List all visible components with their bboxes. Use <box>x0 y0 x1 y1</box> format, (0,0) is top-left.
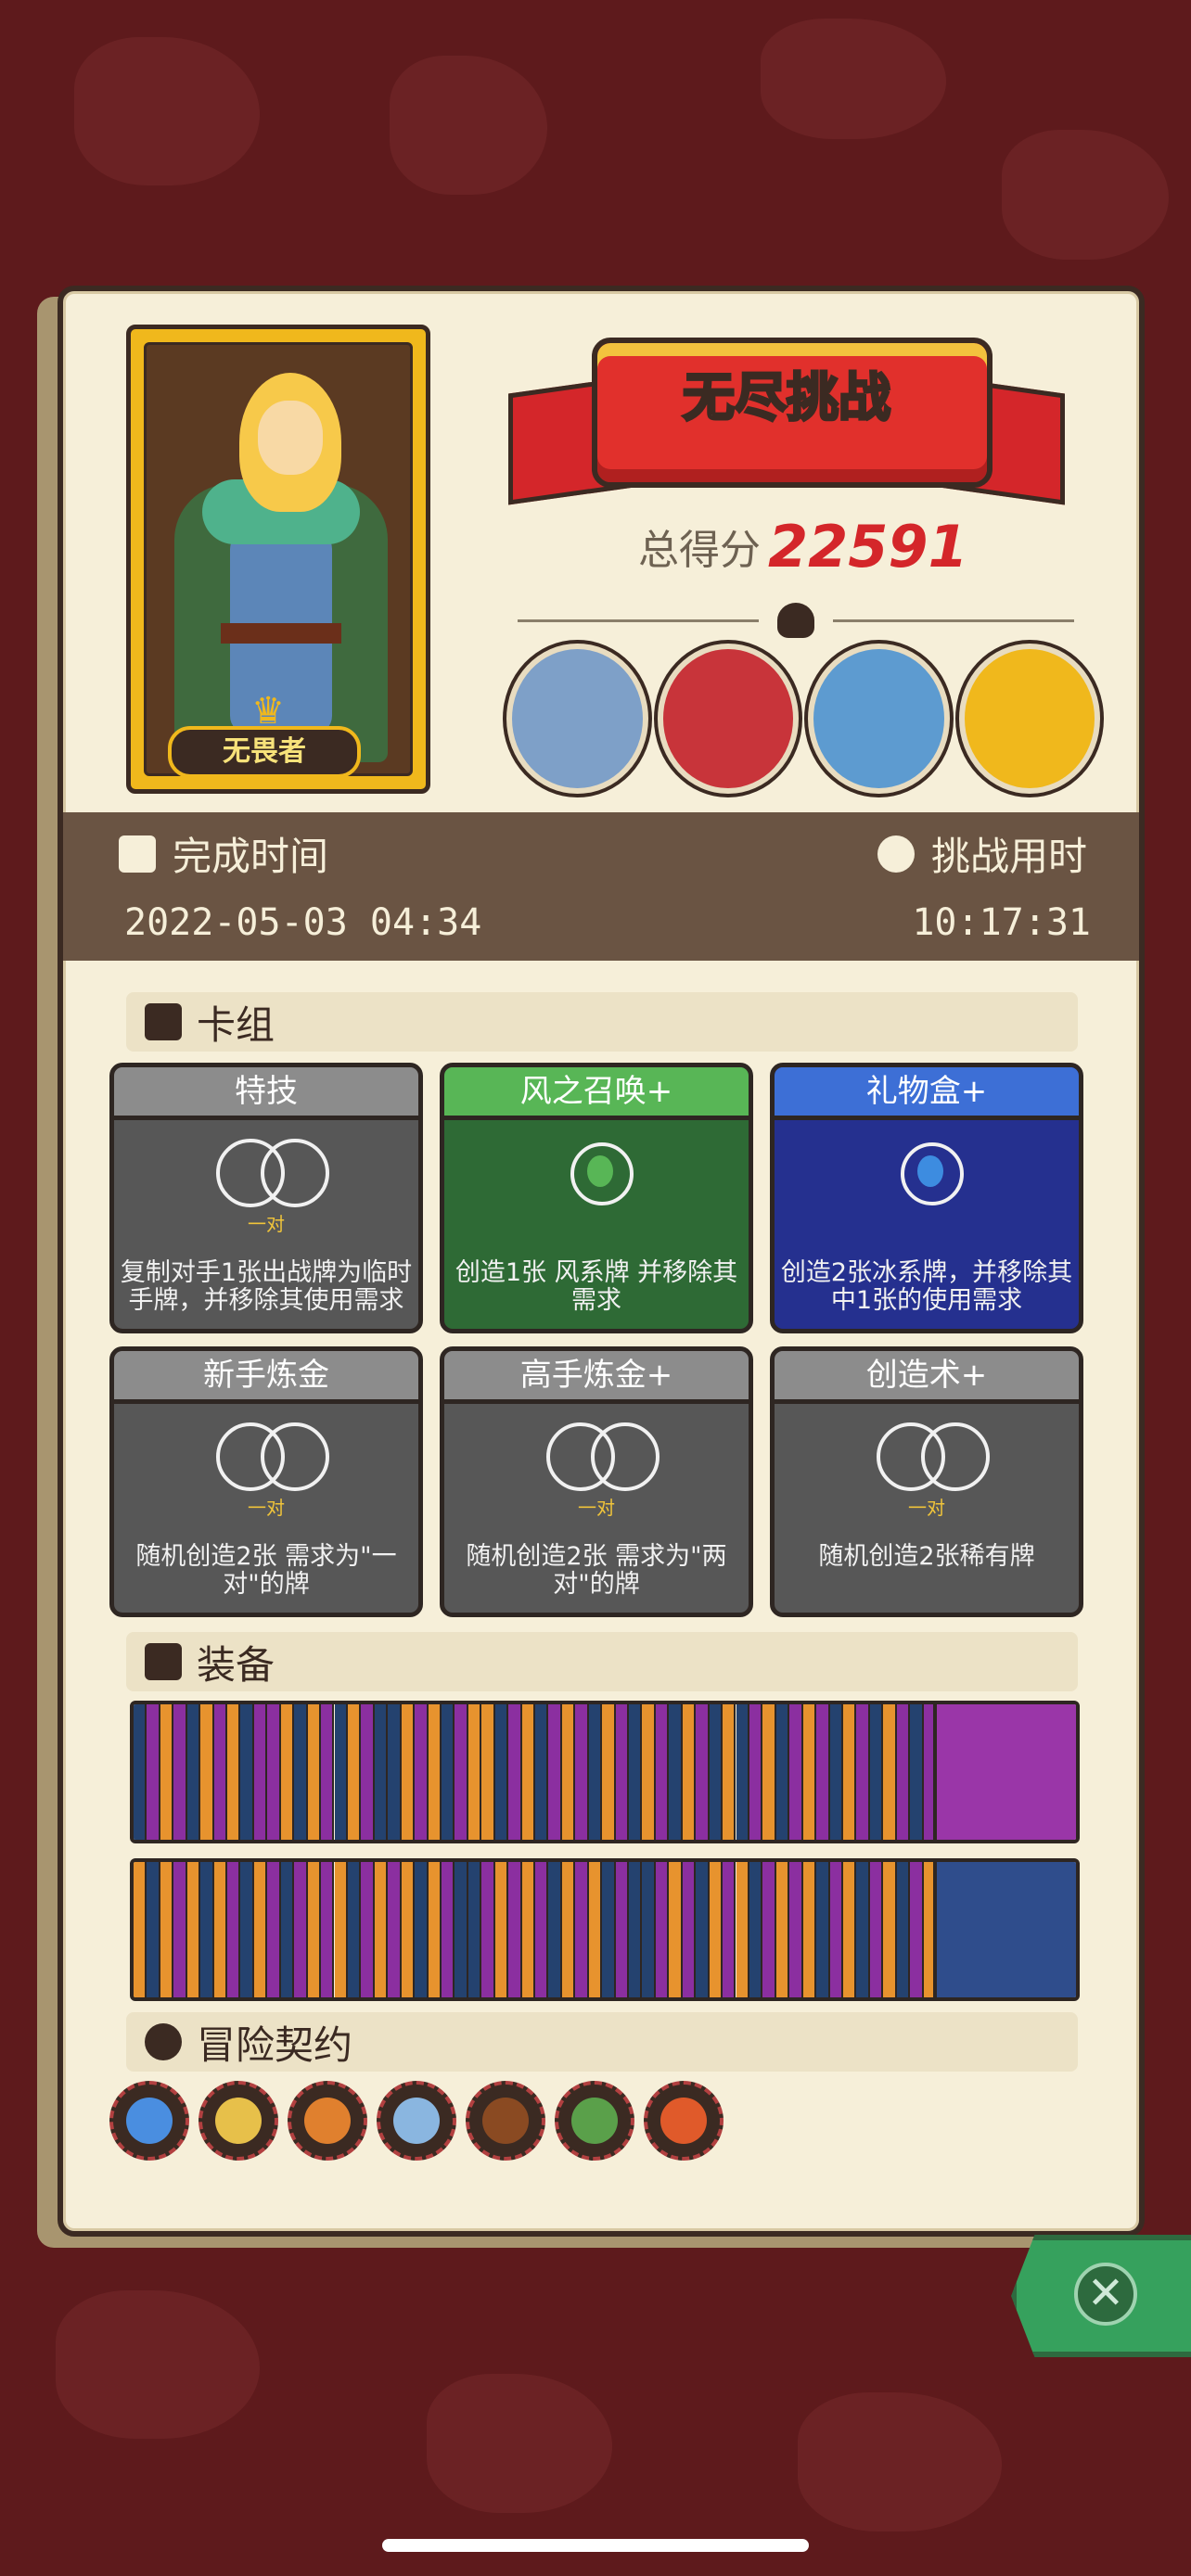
card-title: 特技 <box>114 1067 418 1120</box>
score-value: 22591 <box>768 512 968 580</box>
card-requirement: 一对 <box>248 1213 285 1235</box>
banner-title: 无尽挑战 <box>682 367 892 430</box>
green-bird-icon[interactable] <box>555 2081 634 2161</box>
ornament-divider <box>499 603 1093 638</box>
box-icon <box>145 1643 182 1680</box>
card-requirement: 一对 <box>908 1497 945 1519</box>
time-bar: 完成时间 挑战用时 2022-05-03 04:34 10:17:31 <box>63 812 1139 961</box>
card-description: 复制对手1张出战牌为临时手牌，并移除其使用需求 <box>120 1258 413 1315</box>
card-requirement: 一对 <box>578 1497 615 1519</box>
enemy-knight-icon <box>808 644 950 794</box>
bg-shape <box>761 19 946 139</box>
card-description: 随机创造2张 需求为"一对"的牌 <box>135 1542 397 1599</box>
bg-shape <box>390 56 547 195</box>
total-score: 总得分 22591 <box>638 512 1009 580</box>
calendar-icon <box>119 835 156 873</box>
deck-card[interactable]: 风之召唤+ 创造1张 风系牌 并移除其需求 <box>440 1063 753 1333</box>
deck-card[interactable]: 高手炼金+ 一对随机创造2张 需求为"两对"的牌 <box>440 1346 753 1617</box>
deck-card[interactable]: 特技一对复制对手1张出战牌为临时手牌，并移除其使用需求 <box>109 1063 423 1333</box>
bg-shape <box>1002 130 1169 260</box>
blue-flame-skull-icon[interactable] <box>109 2081 189 2161</box>
bg-shape <box>798 2392 1002 2531</box>
enemy-cage-icon <box>657 644 799 794</box>
crown-icon: ♛ <box>251 690 285 733</box>
explosion-icon[interactable] <box>644 2081 724 2161</box>
ice-drop-icon <box>901 1142 964 1205</box>
duration-label: 挑战用时 <box>877 825 1087 882</box>
deck-card[interactable]: 新手炼金一对随机创造2张 需求为"一对"的牌 <box>109 1346 423 1617</box>
stopwatch-icon <box>877 835 915 873</box>
equipment-row[interactable] <box>130 1701 1080 1843</box>
pendant-icon[interactable] <box>933 1704 1076 1840</box>
roast-meat-icon[interactable] <box>288 2081 367 2161</box>
bg-shape <box>56 2290 260 2439</box>
card-requirement: 一对 <box>248 1497 285 1519</box>
complete-time-value: 2022-05-03 04:34 <box>124 901 482 944</box>
flower-pot-icon[interactable] <box>198 2081 278 2161</box>
complete-time-label: 完成时间 <box>119 825 328 882</box>
card-title: 创造术+ <box>775 1351 1079 1404</box>
pair-icon <box>546 1422 660 1491</box>
deck-header: 卡组 <box>126 992 1078 1052</box>
title-banner: 无尽挑战 <box>508 328 1065 505</box>
card-title: 高手炼金+ <box>444 1351 749 1404</box>
duration-value: 10:17:31 <box>912 901 1091 944</box>
bg-shape <box>74 37 260 185</box>
contract-list <box>109 2081 724 2161</box>
cards-icon <box>145 1003 182 1040</box>
close-icon: ✕ <box>1074 2263 1137 2326</box>
character-name: 无畏者 <box>168 726 361 778</box>
pair-icon <box>877 1422 990 1491</box>
card-title: 礼物盒+ <box>775 1067 1079 1120</box>
bg-shape <box>427 2374 612 2513</box>
card-description: 创造1张 风系牌 并移除其需求 <box>455 1258 738 1315</box>
pair-icon <box>216 1422 329 1491</box>
card-title: 新手炼金 <box>114 1351 418 1404</box>
card-description: 随机创造2张稀有牌 <box>818 1542 1035 1571</box>
wind-icon <box>570 1142 634 1205</box>
result-panel: ♛ 无畏者 无尽挑战 总得分 22591 完成时间 挑战用时 2022-05-0… <box>58 286 1145 2237</box>
enemy-frog-icon <box>506 644 648 794</box>
equipment-header: 装备 <box>126 1632 1078 1691</box>
enemy-pumpkin-icon <box>958 644 1100 794</box>
equipment-row[interactable] <box>130 1858 1080 2001</box>
close-button[interactable]: ✕ <box>1011 2235 1191 2357</box>
deck-cards: 特技 一对 复制对手1张出战牌为临时手牌，并移除其使用需求 风之召唤+ 创造1张 风系牌… <box>109 1063 1102 1617</box>
character-portrait: ♛ 无畏者 <box>126 325 430 794</box>
home-indicator[interactable] <box>382 2539 809 2552</box>
skull-icon <box>777 603 814 638</box>
defeated-enemies <box>506 644 1100 794</box>
contracts-header: 冒险契约 <box>126 2012 1078 2072</box>
deck-card[interactable]: 创造术+ 一对随机创造2张稀有牌 <box>770 1346 1083 1617</box>
card-description: 创造2张冰系牌，并移除其中1张的使用需求 <box>780 1258 1073 1315</box>
deck-card[interactable]: 礼物盒+ 创造2张冰系牌，并移除其中1张的使用需求 <box>770 1063 1083 1333</box>
pair-icon <box>216 1139 329 1207</box>
contract-icon <box>145 2023 182 2060</box>
score-label: 总得分 <box>638 527 761 574</box>
card-title: 风之召唤+ <box>444 1067 749 1120</box>
potion-bottle-icon[interactable] <box>377 2081 456 2161</box>
card-description: 随机创造2张 需求为"两对"的牌 <box>466 1542 727 1599</box>
spellbook-icon[interactable] <box>933 1862 1076 1997</box>
pipe-icon[interactable] <box>466 2081 545 2161</box>
